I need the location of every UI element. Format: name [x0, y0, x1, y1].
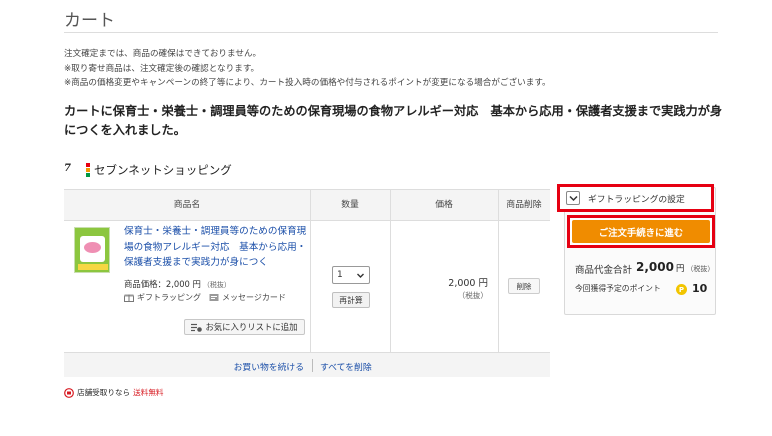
product-options: ギフトラッピング メッセージカード	[124, 292, 286, 303]
subtotal-label: 商品代金合計	[575, 265, 633, 276]
column-divider	[498, 190, 499, 352]
item-price: 2,000 円	[448, 278, 488, 289]
notice-line: ※取り寄せ商品は、注文確定後の確認となります。	[64, 63, 260, 74]
title-divider	[64, 32, 718, 33]
points-value: 10	[692, 282, 708, 295]
shop-header: 7 セブンネットショッピング	[64, 162, 232, 178]
chevron-down-icon	[357, 273, 364, 278]
delete-all-link[interactable]: すべてを削除	[320, 360, 372, 373]
page-title: カート	[64, 11, 115, 31]
checkout-highlight: ご注文手続きに進む	[567, 215, 715, 248]
column-divider	[390, 190, 391, 352]
list-add-icon	[191, 323, 203, 332]
footer-separator	[312, 359, 313, 372]
store-pickup-note: 店舗受取りなら 送料無料	[64, 387, 164, 398]
subtotal-value: 2,000 円（税抜）	[636, 260, 715, 274]
gift-wrapping-setting[interactable]: ギフトラッピングの設定	[557, 184, 714, 212]
continue-shopping-link[interactable]: お買い物を続ける	[234, 360, 304, 373]
card-icon	[209, 294, 219, 301]
add-to-favorites-button[interactable]: お気に入りリストに追加	[184, 319, 305, 335]
header-price: 価格	[435, 200, 453, 210]
column-divider	[310, 190, 311, 352]
proceed-to-checkout-button[interactable]: ご注文手続きに進む	[572, 220, 710, 243]
shop-name: セブンネットショッピング	[94, 163, 232, 177]
point-coin-icon: P	[676, 284, 687, 295]
gift-wrapping-tag: ギフトラッピング	[124, 292, 201, 303]
product-title-link[interactable]: 保育士・栄養士・調理員等のための保育現場の食物アレルギー対応 基本から応用・保護…	[124, 224, 308, 271]
product-price-label: 商品価格：2,000 円（税抜）	[124, 279, 231, 289]
header-delete: 商品削除	[506, 200, 542, 210]
item-price-tax-note: （税抜）	[457, 291, 488, 300]
recalculate-button[interactable]: 再計算	[332, 292, 370, 308]
cart-table: 商品名 数量 価格 商品削除 保育士・栄養士・調理員等のための保育現場の食物アレ…	[64, 189, 550, 377]
table-footer: お買い物を続ける すべてを削除	[64, 352, 550, 377]
table-header: 商品名 数量 価格 商品削除	[64, 190, 550, 221]
chevron-down-icon[interactable]	[566, 191, 580, 205]
points-label: 今回獲得予定のポイント	[575, 284, 661, 293]
message-card-tag: メッセージカード	[209, 292, 286, 303]
notice-line: ※商品の価格変更やキャンペーンの終了等により、カート投入時の価格や付与されるポイ…	[64, 78, 551, 88]
gift-icon	[124, 294, 134, 302]
store-icon	[64, 387, 74, 398]
delete-item-button[interactable]: 削除	[508, 278, 540, 294]
header-quantity: 数量	[341, 200, 359, 210]
quantity-select[interactable]: 1	[332, 266, 370, 284]
product-thumbnail[interactable]	[74, 227, 110, 273]
notice-list: 注文確定までは、商品の確保はできておりません。 ※取り寄せ商品は、注文確定後の確…	[64, 47, 551, 91]
cart-added-message: カートに保育士・栄養士・調理員等のための保育現場の食物アレルギー対応 基本から応…	[64, 104, 723, 137]
seven-net-logo-icon: 7	[64, 163, 90, 177]
notice-line: 注文確定までは、商品の確保はできておりません。	[64, 49, 262, 59]
header-product-name: 商品名	[173, 200, 201, 210]
free-shipping-text: 送料無料	[133, 388, 164, 397]
gift-setting-label: ギフトラッピングの設定	[588, 194, 685, 205]
